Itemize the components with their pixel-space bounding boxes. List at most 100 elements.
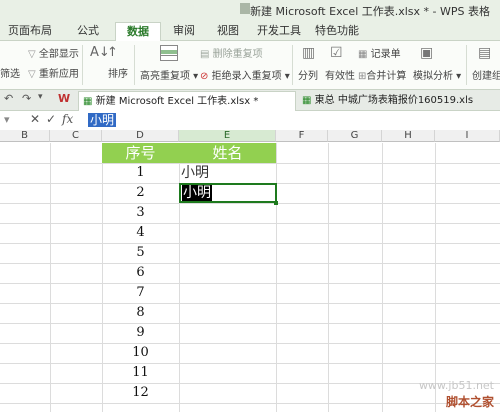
col-header-C[interactable]: C [50, 130, 102, 142]
undo-icon[interactable]: ↶ [4, 92, 13, 105]
gridline [0, 323, 500, 324]
doc-tab-label: 新建 Microsoft Excel 工作表.xlsx * [95, 96, 259, 107]
merge-calc-label: 合并计算 [366, 71, 407, 82]
reapply-label: 重新应用 [38, 69, 79, 80]
col-header-H[interactable]: H [382, 130, 435, 142]
col-header-B[interactable]: B [0, 130, 50, 142]
cell-index[interactable]: 1 [102, 163, 179, 183]
record-button[interactable]: ▦ 记录单 [358, 45, 401, 60]
spreadsheet-grid[interactable]: B C D E F G H I 序号 姓名 1 2 3 4 5 6 7 8 9 … [0, 130, 500, 412]
validity-button[interactable]: 有效性 [325, 67, 355, 82]
dropdown-icon[interactable]: ▾ [38, 92, 43, 102]
simulate-button[interactable]: 模拟分析 ▾ [413, 67, 461, 82]
cell-index[interactable]: 7 [102, 283, 179, 303]
reject-icon: ⊘ [200, 71, 209, 82]
gridline [0, 223, 500, 224]
cancel-icon[interactable]: ✕ [30, 112, 40, 126]
tab-special[interactable]: 特色功能 [312, 22, 362, 40]
cell-name-editing: 小明 [182, 185, 212, 201]
split-button[interactable]: 分列 [298, 67, 318, 82]
delete-duplicates-label: 删除重复项 [212, 49, 263, 60]
funnel-icon: ▽ [28, 49, 36, 60]
document-tabs: ↶ ↷ ▾ W ▦ 新建 Microsoft Excel 工作表.xlsx * … [0, 90, 500, 111]
cell-index[interactable]: 10 [102, 343, 179, 363]
tab-data[interactable]: 数据 [115, 22, 161, 41]
watermark-site: 脚本之家 [445, 395, 494, 409]
filter-button[interactable]: 筛选 [0, 65, 20, 80]
create-group-button[interactable]: 创建组 [472, 67, 500, 82]
gridline [0, 243, 500, 244]
doc-tab-label: 東总 中城广场表箱报价160519.xls [314, 95, 474, 106]
show-all-button[interactable]: ▽ 全部显示 [28, 45, 79, 60]
title-bar: 新建 Microsoft Excel 工作表.xlsx * - WPS 表格 [0, 0, 500, 20]
formula-bar: ▾ ✕ ✓ fx 小明 [0, 111, 500, 131]
simulate-label: 模拟分析 [413, 71, 453, 82]
cell-index[interactable]: 4 [102, 223, 179, 243]
cell-name[interactable]: 小明 [181, 163, 276, 183]
group-icon: ▤ [478, 45, 492, 61]
gridline [0, 303, 500, 304]
confirm-icon[interactable]: ✓ [46, 112, 56, 126]
namebox-arrow-icon[interactable]: ▾ [4, 113, 10, 126]
simulate-icon: ▣ [420, 45, 434, 61]
col-header-F[interactable]: F [276, 130, 328, 142]
formula-input[interactable]: 小明 [88, 113, 117, 127]
gridline [0, 403, 500, 404]
highlight-duplicates-button[interactable]: 高亮重复项 ▾ [140, 67, 198, 82]
document-icon [240, 3, 250, 14]
redo-icon[interactable]: ↷ [22, 92, 31, 105]
wps-logo-icon: W [58, 92, 71, 105]
active-cell[interactable]: 小明 [179, 183, 277, 203]
tab-view[interactable]: 视图 [210, 22, 246, 40]
merge-calc-button[interactable]: ⊞合并计算 [358, 67, 406, 82]
cell-index[interactable]: 9 [102, 323, 179, 343]
separator [292, 45, 293, 85]
show-all-label: 全部显示 [38, 49, 79, 60]
sort-button[interactable]: 排序 [108, 65, 128, 80]
doc-tab-other[interactable]: ▦ 東总 中城广场表箱报价160519.xls [298, 91, 500, 110]
header-cell-name[interactable]: 姓名 [179, 143, 276, 163]
sheet-icon: ▦ [302, 95, 312, 106]
record-label: 记录单 [370, 49, 401, 60]
cell-index[interactable]: 12 [102, 383, 179, 403]
record-icon: ▦ [358, 49, 368, 60]
ribbon-tabs: 页面布局 公式 数据 审阅 视图 开发工具 特色功能 [0, 20, 500, 41]
ribbon-panel: 筛选 ▽ 全部显示 ▽ 重新应用 A↓ ↑ 排序 高亮重复项 ▾ ▤ 删除重复项… [0, 41, 500, 90]
table-icon: ▤ [200, 49, 210, 60]
cell-index[interactable]: 3 [102, 203, 179, 223]
gridline [0, 203, 500, 204]
fill-handle[interactable] [274, 201, 278, 205]
validity-icon: ☑ [330, 45, 343, 61]
doc-tab-active[interactable]: ▦ 新建 Microsoft Excel 工作表.xlsx * [78, 91, 296, 111]
highlight-duplicates-icon [160, 45, 178, 61]
cell-index[interactable]: 11 [102, 363, 179, 383]
fx-icon[interactable]: fx [62, 112, 73, 126]
reject-duplicates-label: 拒绝录入重复项 [211, 71, 282, 82]
col-header-I[interactable]: I [435, 130, 500, 142]
tab-review[interactable]: 审阅 [166, 22, 202, 40]
col-header-E[interactable]: E [179, 130, 276, 142]
header-cell-index[interactable]: 序号 [102, 143, 179, 163]
gridline [0, 343, 500, 344]
gridline [0, 363, 500, 364]
cell-index[interactable]: 2 [102, 183, 179, 203]
tab-page-layout[interactable]: 页面布局 [6, 22, 54, 40]
cell-index[interactable]: 8 [102, 303, 179, 323]
sort-desc-icon: ↑ [107, 45, 118, 60]
funnel-icon: ▽ [28, 69, 36, 80]
cell-index[interactable]: 5 [102, 243, 179, 263]
delete-duplicates-button[interactable]: ▤ 删除重复项 [200, 45, 263, 60]
separator [82, 45, 83, 85]
cell-index[interactable]: 6 [102, 263, 179, 283]
watermark-url: www.jb51.net [418, 379, 494, 392]
reapply-button[interactable]: ▽ 重新应用 [28, 65, 79, 80]
gridline [0, 283, 500, 284]
separator [134, 45, 135, 85]
col-header-D[interactable]: D [102, 130, 179, 142]
col-header-G[interactable]: G [328, 130, 382, 142]
tab-formula[interactable]: 公式 [70, 22, 106, 40]
sheet-icon: ▦ [83, 96, 93, 107]
reject-duplicates-button[interactable]: ⊘ 拒绝录入重复项 ▾ [200, 67, 290, 82]
separator [466, 45, 467, 85]
tab-developer[interactable]: 开发工具 [254, 22, 304, 40]
